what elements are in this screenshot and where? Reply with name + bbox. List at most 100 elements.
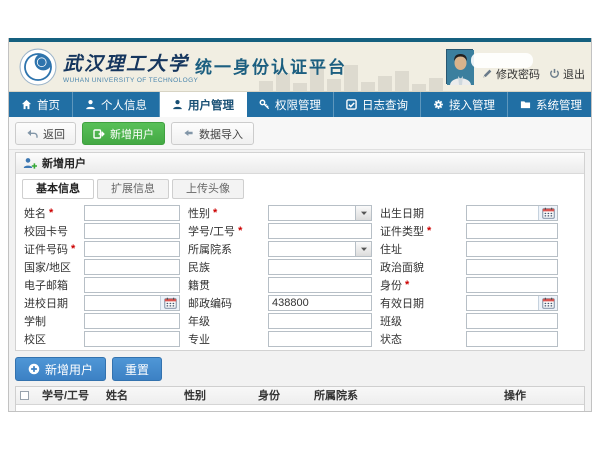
panel-tab-basic-info[interactable]: 基本信息 (22, 179, 94, 199)
app-header: 武汉理工大学 WUHAN UNIVERSITY OF TECHNOLOGY 统一… (9, 42, 591, 92)
dropdown-arrow-icon (360, 245, 368, 253)
platform-title: 统一身份认证平台 (195, 53, 347, 78)
cert-type-input[interactable] (466, 223, 558, 239)
required-marker: * (213, 207, 217, 219)
nav-tab-label: 权限管理 (275, 97, 321, 113)
logout-link[interactable]: 退出 (549, 66, 585, 82)
political-input[interactable] (466, 259, 558, 275)
power-icon (549, 68, 560, 79)
valid-date-datebox (466, 295, 558, 311)
student-no-input[interactable] (268, 223, 372, 239)
nav-tab-permission[interactable]: 权限管理 (247, 92, 334, 117)
department-select[interactable] (268, 241, 372, 257)
cert-no-label: 证件号码* (24, 241, 76, 257)
grade-input[interactable] (268, 313, 372, 329)
calendar-icon (164, 297, 177, 309)
person-icon (172, 99, 183, 110)
university-logo (19, 48, 57, 86)
campus-card-input[interactable] (84, 223, 180, 239)
major-label: 专业 (188, 331, 260, 347)
birth-date-label: 出生日期 (380, 205, 458, 221)
nav-tab-access-mgmt[interactable]: 接入管理 (421, 92, 508, 117)
gender-label: 性别* (188, 205, 260, 221)
back-button[interactable]: 返回 (15, 122, 76, 145)
panel-tab-extended-info[interactable]: 扩展信息 (97, 179, 169, 199)
new-user-form: 姓名*性别*出生日期校园卡号学号/工号*证件类型*证件号码*所属院系住址国家/地… (16, 203, 584, 350)
nav-tab-user-mgmt[interactable]: 用户管理 (160, 92, 247, 117)
student-no-label: 学号/工号* (188, 223, 260, 239)
select-all-checkbox[interactable] (20, 391, 29, 400)
logout-label: 退出 (563, 66, 585, 82)
department-label: 所属院系 (188, 241, 260, 257)
nav-tab-label: 接入管理 (449, 97, 495, 113)
campus-card-label: 校园卡号 (24, 223, 76, 239)
birth-date-datebox (466, 205, 558, 221)
identity-input[interactable] (466, 277, 558, 293)
country-input[interactable] (84, 259, 180, 275)
status-label: 状态 (380, 331, 458, 347)
enroll-date-datebox (84, 295, 180, 311)
submit-add-user-button[interactable]: 新增用户 (15, 357, 106, 381)
calendar-button[interactable] (160, 296, 179, 310)
dropdown-button[interactable] (355, 206, 371, 220)
enroll-date-label: 进校日期 (24, 295, 76, 311)
user-add-icon (23, 157, 37, 169)
country-label: 国家/地区 (24, 259, 76, 275)
cert-no-input[interactable] (84, 241, 180, 257)
data-import-button[interactable]: 数据导入 (171, 122, 254, 145)
log-icon (346, 99, 357, 110)
class-input[interactable] (466, 313, 558, 329)
nav-tab-system-mgmt[interactable]: 系统管理 (508, 92, 592, 117)
major-input[interactable] (268, 331, 372, 347)
ethnicity-input[interactable] (268, 259, 372, 275)
add-user-toolbar-button[interactable]: 新增用户 (82, 122, 165, 145)
birth-date-input[interactable] (467, 206, 538, 220)
column-header-name: 姓名 (102, 387, 180, 404)
valid-date-input[interactable] (467, 296, 538, 310)
redaction-blob (471, 53, 533, 68)
submit-add-user-label: 新增用户 (45, 361, 93, 378)
form-actions: 新增用户 重置 (15, 357, 585, 381)
user-avatar[interactable] (446, 49, 473, 84)
email-label: 电子邮箱 (24, 277, 76, 293)
column-header-identity: 身份 (254, 387, 310, 404)
reset-label: 重置 (125, 361, 149, 378)
panel-tab-upload-avatar[interactable]: 上传头像 (172, 179, 244, 199)
required-marker: * (238, 225, 242, 237)
grade-label: 年级 (188, 313, 260, 329)
status-input[interactable] (466, 331, 558, 347)
class-label: 班级 (380, 313, 458, 329)
data-import-label: 数据导入 (199, 126, 243, 142)
main-nav: 首页个人信息用户管理权限管理日志查询接入管理系统管理订阅管理 (9, 92, 591, 117)
school-system-label: 学制 (24, 313, 76, 329)
person-icon (85, 99, 96, 110)
calendar-button[interactable] (538, 296, 557, 310)
gear-icon (433, 99, 444, 110)
ethnicity-label: 民族 (188, 259, 260, 275)
university-name-cn: 武汉理工大学 (63, 49, 198, 76)
panel-tabs: 基本信息扩展信息上传头像 (16, 174, 584, 203)
nav-tab-log-query[interactable]: 日志查询 (334, 92, 421, 117)
campus-input[interactable] (84, 331, 180, 347)
dropdown-button[interactable] (355, 242, 371, 256)
header-user-area: 修改密码 退出 (446, 49, 585, 84)
panel-title: 新增用户 (42, 155, 86, 171)
nav-tab-home[interactable]: 首页 (9, 92, 73, 117)
postal-code-input[interactable] (268, 295, 372, 311)
enroll-date-input[interactable] (85, 296, 160, 310)
import-arrow-icon (182, 128, 194, 140)
reset-button[interactable]: 重置 (112, 357, 162, 381)
address-input[interactable] (466, 241, 558, 257)
school-system-input[interactable] (84, 313, 180, 329)
dropdown-arrow-icon (360, 209, 368, 217)
nav-tab-label: 用户管理 (188, 97, 234, 113)
native-place-input[interactable] (268, 277, 372, 293)
gender-select[interactable] (268, 205, 372, 221)
nav-tab-profile[interactable]: 个人信息 (73, 92, 160, 117)
column-header-department: 所属院系 (310, 387, 500, 404)
postal-code-label: 邮政编码 (188, 295, 260, 311)
name-input[interactable] (84, 205, 180, 221)
required-marker: * (49, 207, 53, 219)
email-input[interactable] (84, 277, 180, 293)
calendar-button[interactable] (538, 206, 557, 220)
